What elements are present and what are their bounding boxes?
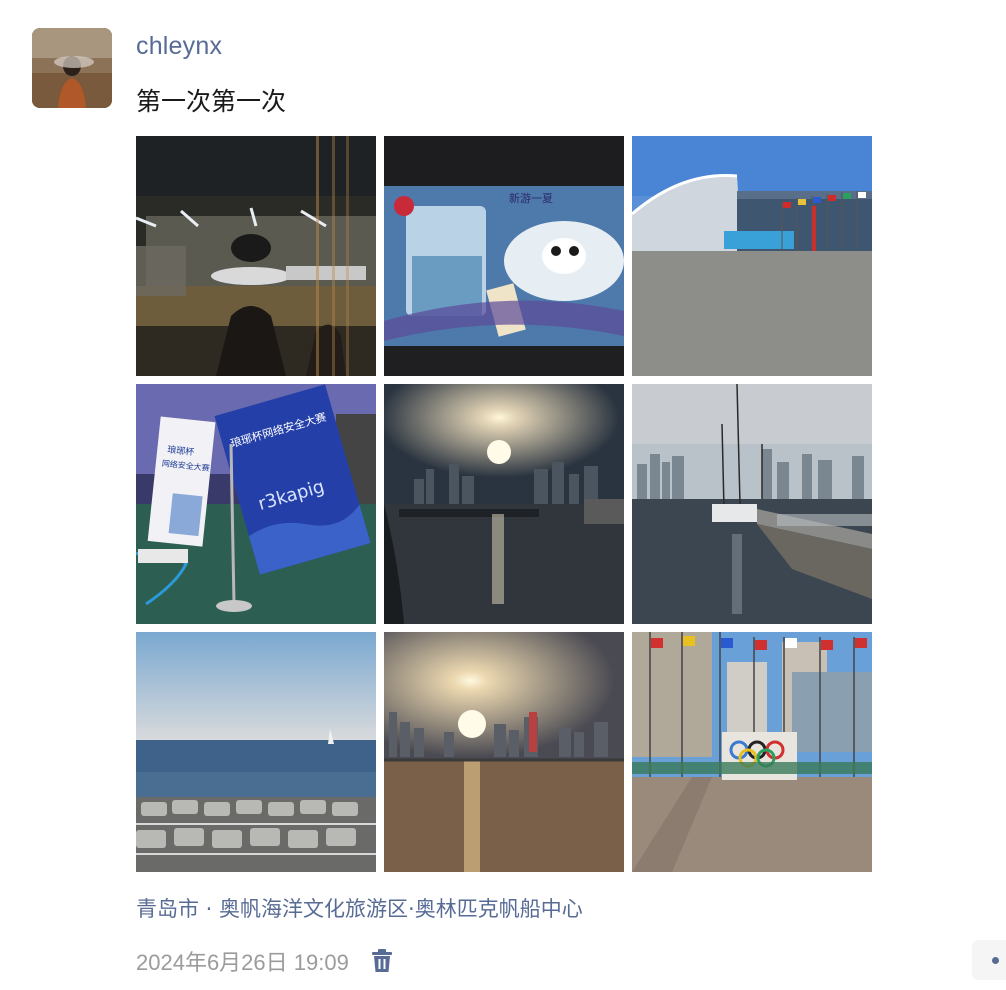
photo-grid: 新游一夏 琅琊杯 网络安全大赛 琅琊杯网络安全大赛 r3kapig bbox=[136, 136, 872, 872]
trash-icon[interactable] bbox=[371, 949, 393, 973]
post-meta: 2024年6月26日 19:09 bbox=[136, 944, 393, 978]
more-button[interactable] bbox=[972, 940, 1006, 980]
avatar[interactable] bbox=[32, 28, 112, 108]
photo-2[interactable]: 新游一夏 bbox=[384, 136, 624, 376]
photo-7[interactable] bbox=[136, 632, 376, 872]
timestamp: 2024年6月26日 19:09 bbox=[136, 950, 349, 975]
moments-post: chleynx 第一次第一次 新游一夏 琅琊杯 网络安全大赛 琅琊杯网络安全大赛… bbox=[0, 0, 1006, 990]
svg-text:新游一夏: 新游一夏 bbox=[509, 191, 553, 205]
photo-1[interactable] bbox=[136, 136, 376, 376]
photo-8[interactable] bbox=[384, 632, 624, 872]
photo-5[interactable] bbox=[384, 384, 624, 624]
photo-3[interactable] bbox=[632, 136, 872, 376]
photo-6[interactable] bbox=[632, 384, 872, 624]
photo-4[interactable]: 琅琊杯 网络安全大赛 琅琊杯网络安全大赛 r3kapig bbox=[136, 384, 376, 624]
location-link[interactable]: 青岛市 · 奥帆海洋文化旅游区·奥林匹克帆船中心 bbox=[136, 893, 583, 923]
photo-9[interactable] bbox=[632, 632, 872, 872]
username[interactable]: chleynx bbox=[136, 32, 222, 61]
post-text: 第一次第一次 bbox=[136, 87, 287, 116]
more-dot-icon bbox=[992, 957, 999, 964]
